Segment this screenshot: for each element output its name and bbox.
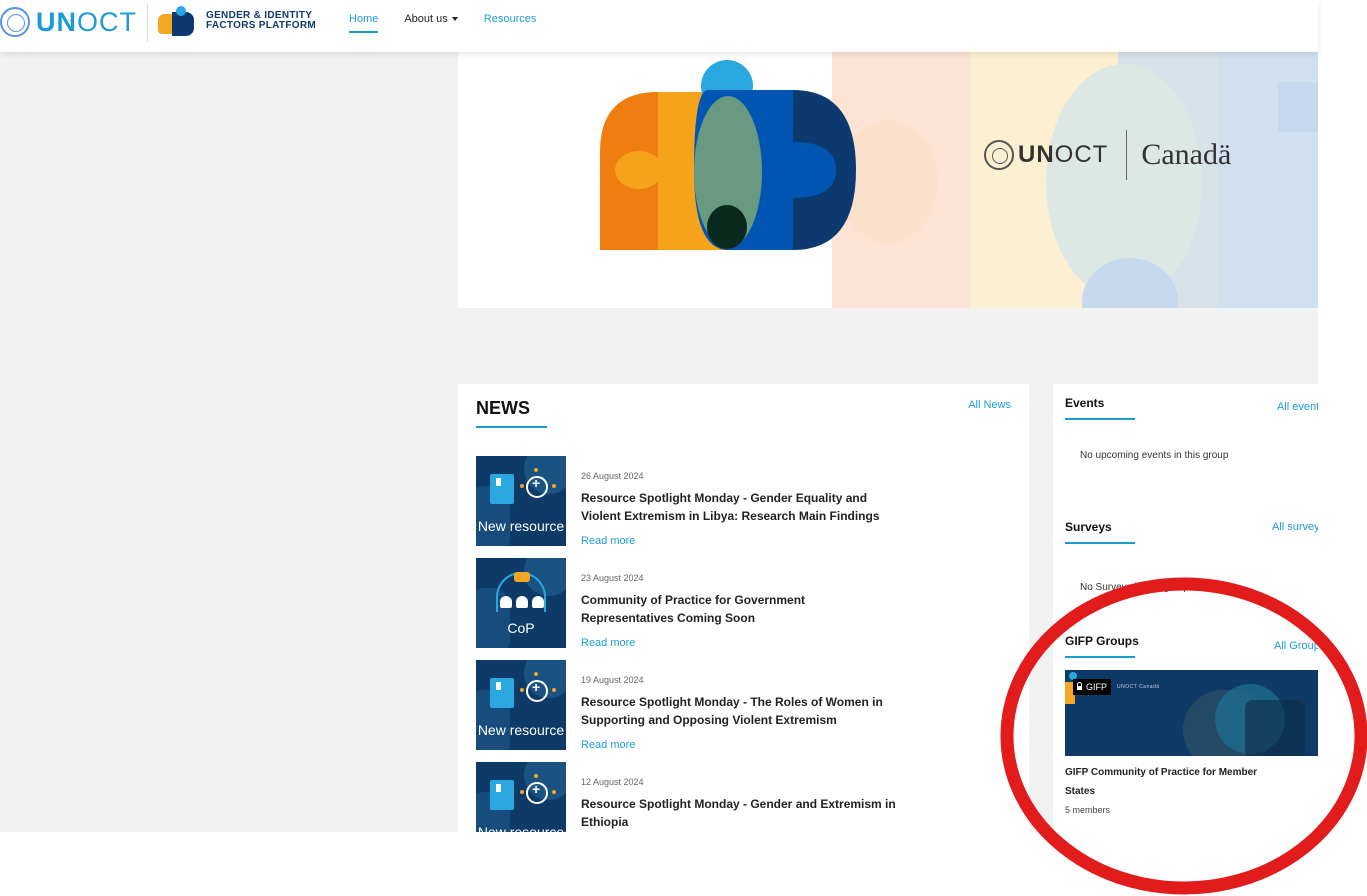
all-events-link[interactable]: All events: [1277, 401, 1318, 413]
hero-un-light: OCT: [1054, 141, 1109, 168]
book-icon: [490, 678, 514, 708]
group-cover-logo: UNOCT Canadä: [1117, 684, 1160, 690]
news-date: 19 August 2024: [581, 675, 644, 685]
hero-un-bold: UN: [1018, 141, 1055, 168]
gifp-logo-line2: FACTORS PLATFORM: [206, 20, 316, 31]
news-date: 26 August 2024: [581, 471, 644, 481]
gifp-groups-card: GIFP Groups All Groups GIFP UNOCT Canadä…: [1053, 623, 1318, 832]
all-groups-link[interactable]: All Groups: [1274, 640, 1318, 652]
hero-logo-divider: [1126, 130, 1128, 180]
news-item: CoP 23 August 2024 Community of Practice…: [476, 558, 996, 650]
thumbnail-label: New resource: [477, 824, 565, 832]
lock-icon: [1077, 682, 1082, 690]
unoct-logo-bold: UN: [36, 6, 77, 37]
people-group-icon: [500, 596, 544, 608]
banner-spacer: [458, 308, 1318, 384]
read-more-link[interactable]: Read more: [581, 535, 635, 547]
news-panel: NEWS All News New resource 26 August 202…: [458, 384, 1029, 832]
thumbnail-label: New resource: [477, 518, 565, 534]
groups-heading: GIFP Groups: [1065, 634, 1139, 648]
nav-about-us-label: About us: [404, 13, 448, 25]
all-surveys-link[interactable]: All surveys: [1272, 521, 1318, 533]
thumbnail-label: New resource: [477, 722, 565, 738]
un-emblem-icon: [984, 140, 1014, 170]
news-item: New resource 26 August 2024 Resource Spo…: [476, 456, 996, 548]
lightbulb-icon: [526, 475, 548, 498]
lightbulb-icon: [526, 781, 548, 804]
nav-resources[interactable]: Resources: [484, 13, 537, 33]
nav-about-us[interactable]: About us: [404, 13, 458, 33]
gifp-logo[interactable]: GENDER & IDENTITY FACTORS PLATFORM: [158, 6, 316, 36]
news-thumbnail[interactable]: New resource: [476, 456, 566, 546]
book-icon: [490, 474, 514, 504]
news-title[interactable]: Community of Practice for Government Rep…: [581, 591, 901, 627]
puzzle-pieces-icon: [158, 6, 202, 36]
group-badge-label: GIFP: [1086, 682, 1108, 692]
nav-home[interactable]: Home: [349, 13, 379, 33]
news-title[interactable]: Resource Spotlight Monday - The Roles of…: [581, 693, 901, 729]
unoct-logo[interactable]: UNOCT: [0, 6, 140, 38]
surveys-empty-message: No Surveys in this group: [1080, 582, 1189, 593]
news-date: 12 August 2024: [581, 777, 644, 787]
group-name[interactable]: GIFP Community of Practice for Member St…: [1065, 763, 1285, 801]
news-thumbnail[interactable]: CoP: [476, 558, 566, 648]
private-group-badge: GIFP: [1073, 679, 1112, 695]
surveys-heading-underline: [1065, 542, 1135, 544]
puzzle-graphic: [600, 52, 1318, 308]
column-gap: [1029, 384, 1053, 832]
top-navigation-bar: UNOCT GENDER & IDENTITY FACTORS PLATFORM…: [0, 0, 1318, 52]
events-empty-message: No upcoming events in this group: [1080, 450, 1229, 461]
news-thumbnail[interactable]: New resource: [476, 660, 566, 750]
group-cover-image[interactable]: GIFP UNOCT Canadä: [1065, 670, 1318, 756]
events-card: Events All events No upcoming events in …: [1053, 384, 1318, 492]
all-news-link[interactable]: All News: [968, 399, 1011, 411]
events-heading: Events: [1065, 396, 1105, 410]
news-date: 23 August 2024: [581, 573, 644, 583]
surveys-heading: Surveys: [1065, 520, 1112, 534]
news-heading: NEWS: [476, 398, 530, 418]
left-gutter: [0, 52, 458, 832]
thumbnail-label: CoP: [507, 620, 535, 636]
read-more-link[interactable]: Read more: [581, 739, 635, 751]
hero-partner-logos: UNOCT Canadä: [984, 130, 1231, 180]
un-emblem-icon: [0, 7, 30, 37]
group-member-count: 5 members: [1065, 805, 1111, 815]
news-title[interactable]: Resource Spotlight Monday - Gender Equal…: [581, 489, 901, 525]
events-heading-underline: [1065, 418, 1135, 420]
chat-bubble-icon: [514, 572, 530, 582]
read-more-link[interactable]: Read more: [581, 637, 635, 649]
book-icon: [490, 780, 514, 810]
main-nav: Home About us Resources: [349, 13, 562, 33]
news-thumbnail[interactable]: New resource: [476, 762, 566, 832]
news-heading-underline: [476, 426, 547, 428]
logo-divider: [147, 4, 148, 42]
news-title[interactable]: Resource Spotlight Monday - Gender and E…: [581, 795, 901, 831]
news-item: New resource 12 August 2024 Resource Spo…: [476, 762, 996, 832]
hero-banner: UNOCT Canadä: [458, 52, 1318, 308]
caret-down-icon: [451, 17, 458, 22]
news-item: New resource 19 August 2024 Resource Spo…: [476, 660, 996, 752]
groups-heading-underline: [1065, 656, 1135, 658]
unoct-logo-light: OCT: [77, 6, 137, 37]
canada-wordmark: Canadä: [1141, 138, 1232, 171]
lightbulb-icon: [526, 679, 548, 702]
surveys-card: Surveys All surveys No Surveys in this g…: [1053, 508, 1318, 612]
